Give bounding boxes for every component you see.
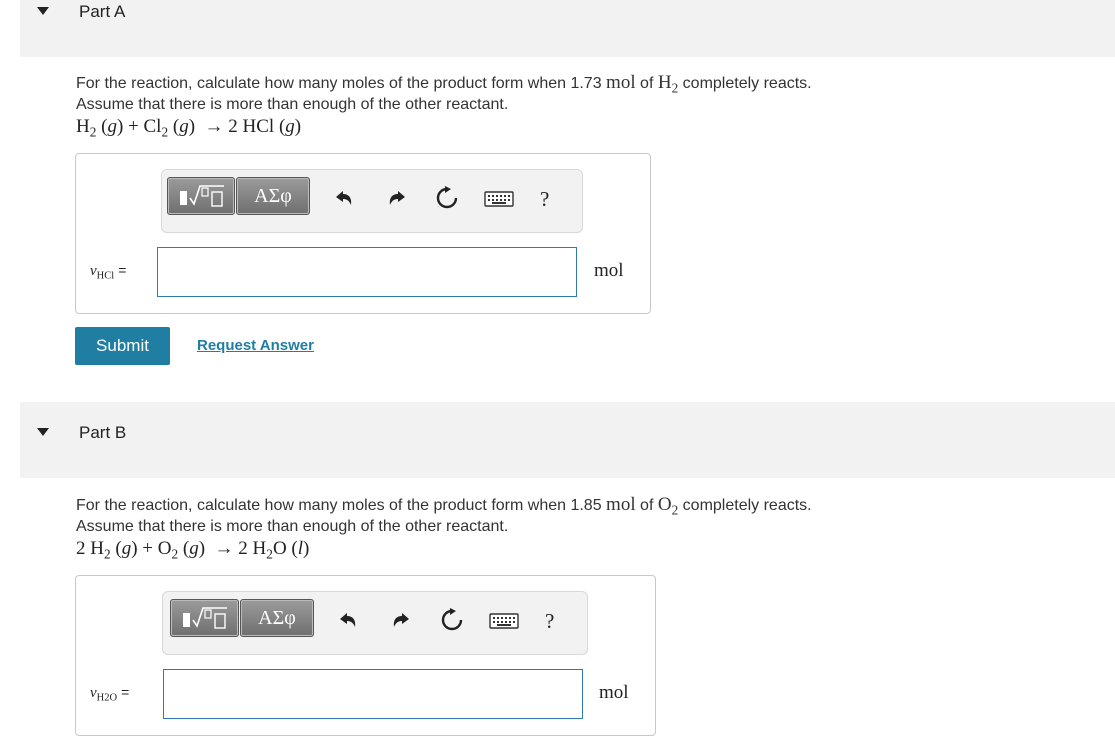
part-b-equation: 2 H2 (g) + O2 (g) → 2 H2O (l): [76, 538, 310, 562]
undo-icon[interactable]: [332, 188, 354, 210]
part-b-collapse-icon[interactable]: [37, 428, 49, 436]
request-answer-link[interactable]: Request Answer: [197, 337, 314, 354]
reset-icon[interactable]: [434, 185, 460, 211]
part-b-question: For the reaction, calculate how many mol…: [76, 494, 812, 535]
part-a-unit: mol: [594, 260, 624, 281]
templates-icon[interactable]: [167, 177, 235, 215]
redo-icon[interactable]: [391, 610, 413, 632]
part-a-question: For the reaction, calculate how many mol…: [76, 72, 812, 113]
part-b-header[interactable]: [20, 402, 1115, 478]
submit-button[interactable]: Submit: [75, 327, 170, 365]
part-b-answer-box: ΑΣφ ? νH2O = mol: [75, 575, 656, 736]
part-b-title: Part B: [79, 423, 127, 442]
keyboard-icon[interactable]: [484, 190, 514, 208]
part-b-answer-input[interactable]: [163, 669, 583, 719]
part-a-title: Part A: [79, 2, 126, 21]
part-a-variable-label: νHCl =: [90, 262, 127, 282]
part-a-collapse-icon[interactable]: [37, 7, 49, 15]
templates-icon[interactable]: [170, 599, 239, 637]
part-a-equation: H2 (g) + Cl2 (g) → 2 HCl (g): [76, 116, 302, 140]
undo-icon[interactable]: [336, 610, 358, 632]
help-icon[interactable]: ?: [545, 609, 554, 634]
greek-letters-icon[interactable]: ΑΣφ: [240, 599, 314, 637]
keyboard-icon[interactable]: [489, 612, 519, 630]
part-a-answer-input[interactable]: [157, 247, 577, 297]
redo-icon[interactable]: [387, 188, 409, 210]
part-b-unit: mol: [599, 682, 629, 703]
part-b-math-toolbar: ΑΣφ ?: [162, 591, 588, 655]
part-a-answer-box: ΑΣφ ? νHCl = mol: [75, 153, 651, 314]
part-b-variable-label: νH2O =: [90, 684, 130, 704]
help-icon[interactable]: ?: [540, 187, 549, 212]
part-a-math-toolbar: ΑΣφ ?: [161, 169, 583, 233]
reset-icon[interactable]: [439, 607, 465, 633]
part-a-header[interactable]: [20, 0, 1115, 57]
greek-letters-icon[interactable]: ΑΣφ: [236, 177, 310, 215]
